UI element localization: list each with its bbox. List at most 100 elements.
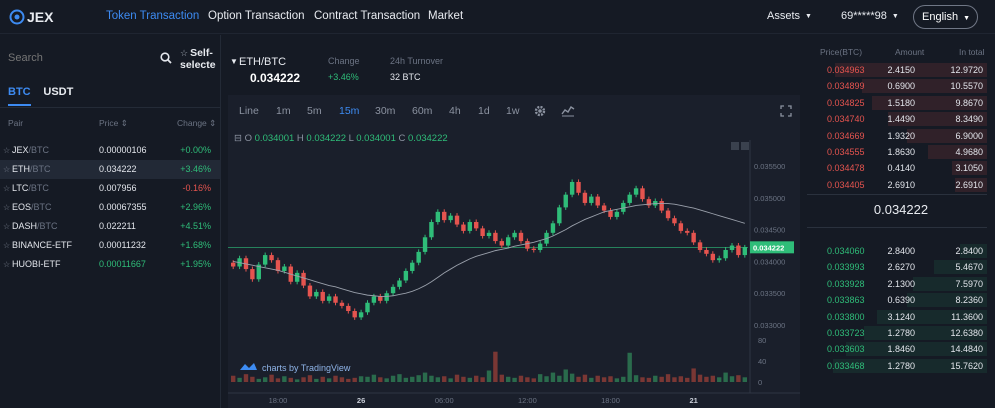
order-price: 0.034555 [827, 147, 865, 157]
candle-body [742, 247, 747, 256]
caret-down-icon: ▼ [963, 15, 970, 22]
language-select[interactable]: English ▼ [913, 5, 978, 29]
tab-btc[interactable]: BTC [8, 86, 31, 106]
star-icon[interactable]: ☆ [3, 241, 10, 250]
assets-menu[interactable]: Assets ▼ [767, 10, 812, 22]
ask-row[interactable]: 0.034669 1.9320 6.9000 [807, 128, 987, 144]
candle-body [685, 230, 690, 233]
nav-token-transaction[interactable]: Token Transaction [106, 10, 199, 22]
bid-row[interactable]: 0.033928 2.1300 7.5970 [807, 276, 987, 292]
timeframe-15m[interactable]: 15m [339, 105, 359, 117]
pair-row[interactable]: ☆ DASH/BTC 0.022211 +4.51% [0, 217, 221, 236]
volume-bar [653, 375, 658, 382]
ask-row[interactable]: 0.034555 1.8630 4.9680 [807, 144, 987, 160]
volume-bar [384, 378, 389, 382]
column-header-change[interactable]: Change ⇕ [177, 118, 216, 129]
change-label: Change [328, 56, 360, 66]
volume-bar [537, 374, 543, 382]
search-input[interactable] [0, 45, 155, 71]
candle-body [333, 296, 338, 303]
tab-usdt[interactable]: USDT [43, 86, 73, 104]
bid-row[interactable]: 0.033800 3.1240 11.3600 [807, 309, 987, 325]
order-amount: 1.2780 [887, 360, 915, 371]
pair-row[interactable]: ☆ EOS/BTC 0.00067355 +2.96% [0, 198, 221, 217]
timeframe-1m[interactable]: 1m [276, 105, 291, 117]
user-menu[interactable]: 69*****98 ▼ [841, 10, 899, 22]
timeframe-1w[interactable]: 1w [506, 105, 519, 117]
search-icon[interactable] [160, 52, 172, 64]
volume-bar [614, 378, 620, 382]
volume-bar [595, 375, 600, 382]
pair-dropdown-icon[interactable]: ▼ [230, 57, 238, 66]
volume-bar [435, 377, 441, 382]
pair-name[interactable]: ETH/BTC [239, 56, 286, 68]
price-chart[interactable]: 0.035500 0.035000 0.034500 0.034000 0.033500… [228, 95, 800, 408]
price-tick-label: 0.033000 [754, 321, 785, 330]
candle-body [659, 201, 664, 211]
volume-bar [723, 372, 728, 382]
bid-row[interactable]: 0.033863 0.6390 8.2360 [807, 292, 987, 308]
ask-row[interactable]: 0.034478 0.4140 3.1050 [807, 160, 987, 176]
ask-row[interactable]: 0.034405 2.6910 2.6910 [807, 177, 987, 193]
pair-change: +2.96% [180, 202, 211, 212]
order-amount: 1.2780 [887, 328, 915, 338]
volume-bar [403, 377, 409, 382]
bid-row[interactable]: 0.033993 2.6270 5.4670 [807, 259, 987, 275]
candle-body [339, 302, 345, 306]
timeframe-4h[interactable]: 4h [449, 105, 461, 117]
settings-gear-icon[interactable] [533, 104, 547, 118]
volume-bar [627, 352, 632, 382]
pair-row[interactable]: ☆ JEX/BTC 0.00000106 +0.00% [0, 141, 221, 160]
bid-row[interactable]: 0.034060 2.8400 2.8400 [807, 243, 987, 259]
ask-row[interactable]: 0.034740 1.4490 8.3490 [807, 111, 987, 127]
time-tick-label: 21 [689, 396, 697, 405]
fullscreen-icon[interactable] [780, 105, 792, 117]
timeframe-60m[interactable]: 60m [412, 105, 432, 117]
bid-row[interactable]: 0.033603 1.8460 14.4840 [807, 341, 987, 357]
bid-row[interactable]: 0.033468 1.2780 15.7620 [807, 358, 987, 374]
pair-row[interactable]: ☆ LTC/BTC 0.007956 -0.16% [0, 179, 221, 198]
candle-body [231, 262, 236, 267]
timeframe-5m[interactable]: 5m [307, 105, 322, 117]
search-box[interactable] [0, 45, 180, 71]
change-value: +3.46% [328, 72, 359, 82]
pair-price: 0.00011232 [99, 240, 146, 250]
pair-row[interactable]: ☆ BINANCE-ETF 0.00011232 +1.68% [0, 236, 221, 255]
volume-bar [736, 375, 741, 382]
collapse-icon[interactable]: ⊟ [234, 133, 242, 144]
star-icon[interactable]: ☆ [3, 146, 10, 155]
timeframe-line[interactable]: Line [239, 105, 259, 117]
self-selected-toggle[interactable]: ☆ Self-selecte [180, 47, 221, 71]
ask-row[interactable]: 0.034825 1.5180 9.8670 [807, 95, 987, 111]
star-icon[interactable]: ☆ [3, 222, 10, 231]
candle-body [435, 211, 441, 223]
column-header-price[interactable]: Price ⇕ [99, 118, 128, 129]
volume-bar [659, 376, 664, 382]
star-icon[interactable]: ☆ [3, 260, 10, 269]
nav-option-transaction[interactable]: Option Transaction [208, 10, 305, 22]
ask-row[interactable]: 0.034899 0.6900 10.5570 [807, 78, 987, 94]
nav-market[interactable]: Market [428, 10, 463, 22]
indicators-icon[interactable] [561, 104, 575, 117]
candle-body [378, 296, 383, 301]
volume-tick-label: 0 [758, 378, 762, 387]
tradingview-attribution: charts by TradingView [262, 363, 351, 373]
volume-bar [569, 373, 575, 382]
star-icon[interactable]: ☆ [3, 184, 10, 193]
bid-row[interactable]: 0.033723 1.2780 12.6380 [807, 325, 987, 341]
timeframe-1d[interactable]: 1d [478, 105, 490, 117]
nav-contract-transaction[interactable]: Contract Transaction [314, 10, 420, 22]
pair-row[interactable]: ☆ HUOBI-ETF 0.00011667 +1.95% [0, 255, 221, 274]
candle-body [512, 232, 517, 238]
ask-row[interactable]: 0.034963 2.4150 12.9720 [807, 62, 987, 78]
candle-body [557, 207, 562, 224]
order-amount: 1.5180 [887, 97, 915, 108]
jex-logo[interactable]: JEX [9, 7, 79, 27]
pair-row[interactable]: ☆ ETH/BTC 0.034222 +3.46% [0, 160, 221, 179]
order-total: 8.2360 [955, 295, 983, 306]
pair-name: EOS/BTC [12, 202, 52, 212]
star-icon[interactable]: ☆ [3, 203, 10, 212]
candle-body [448, 215, 453, 221]
timeframe-30m[interactable]: 30m [375, 105, 395, 117]
star-icon[interactable]: ☆ [3, 165, 10, 174]
